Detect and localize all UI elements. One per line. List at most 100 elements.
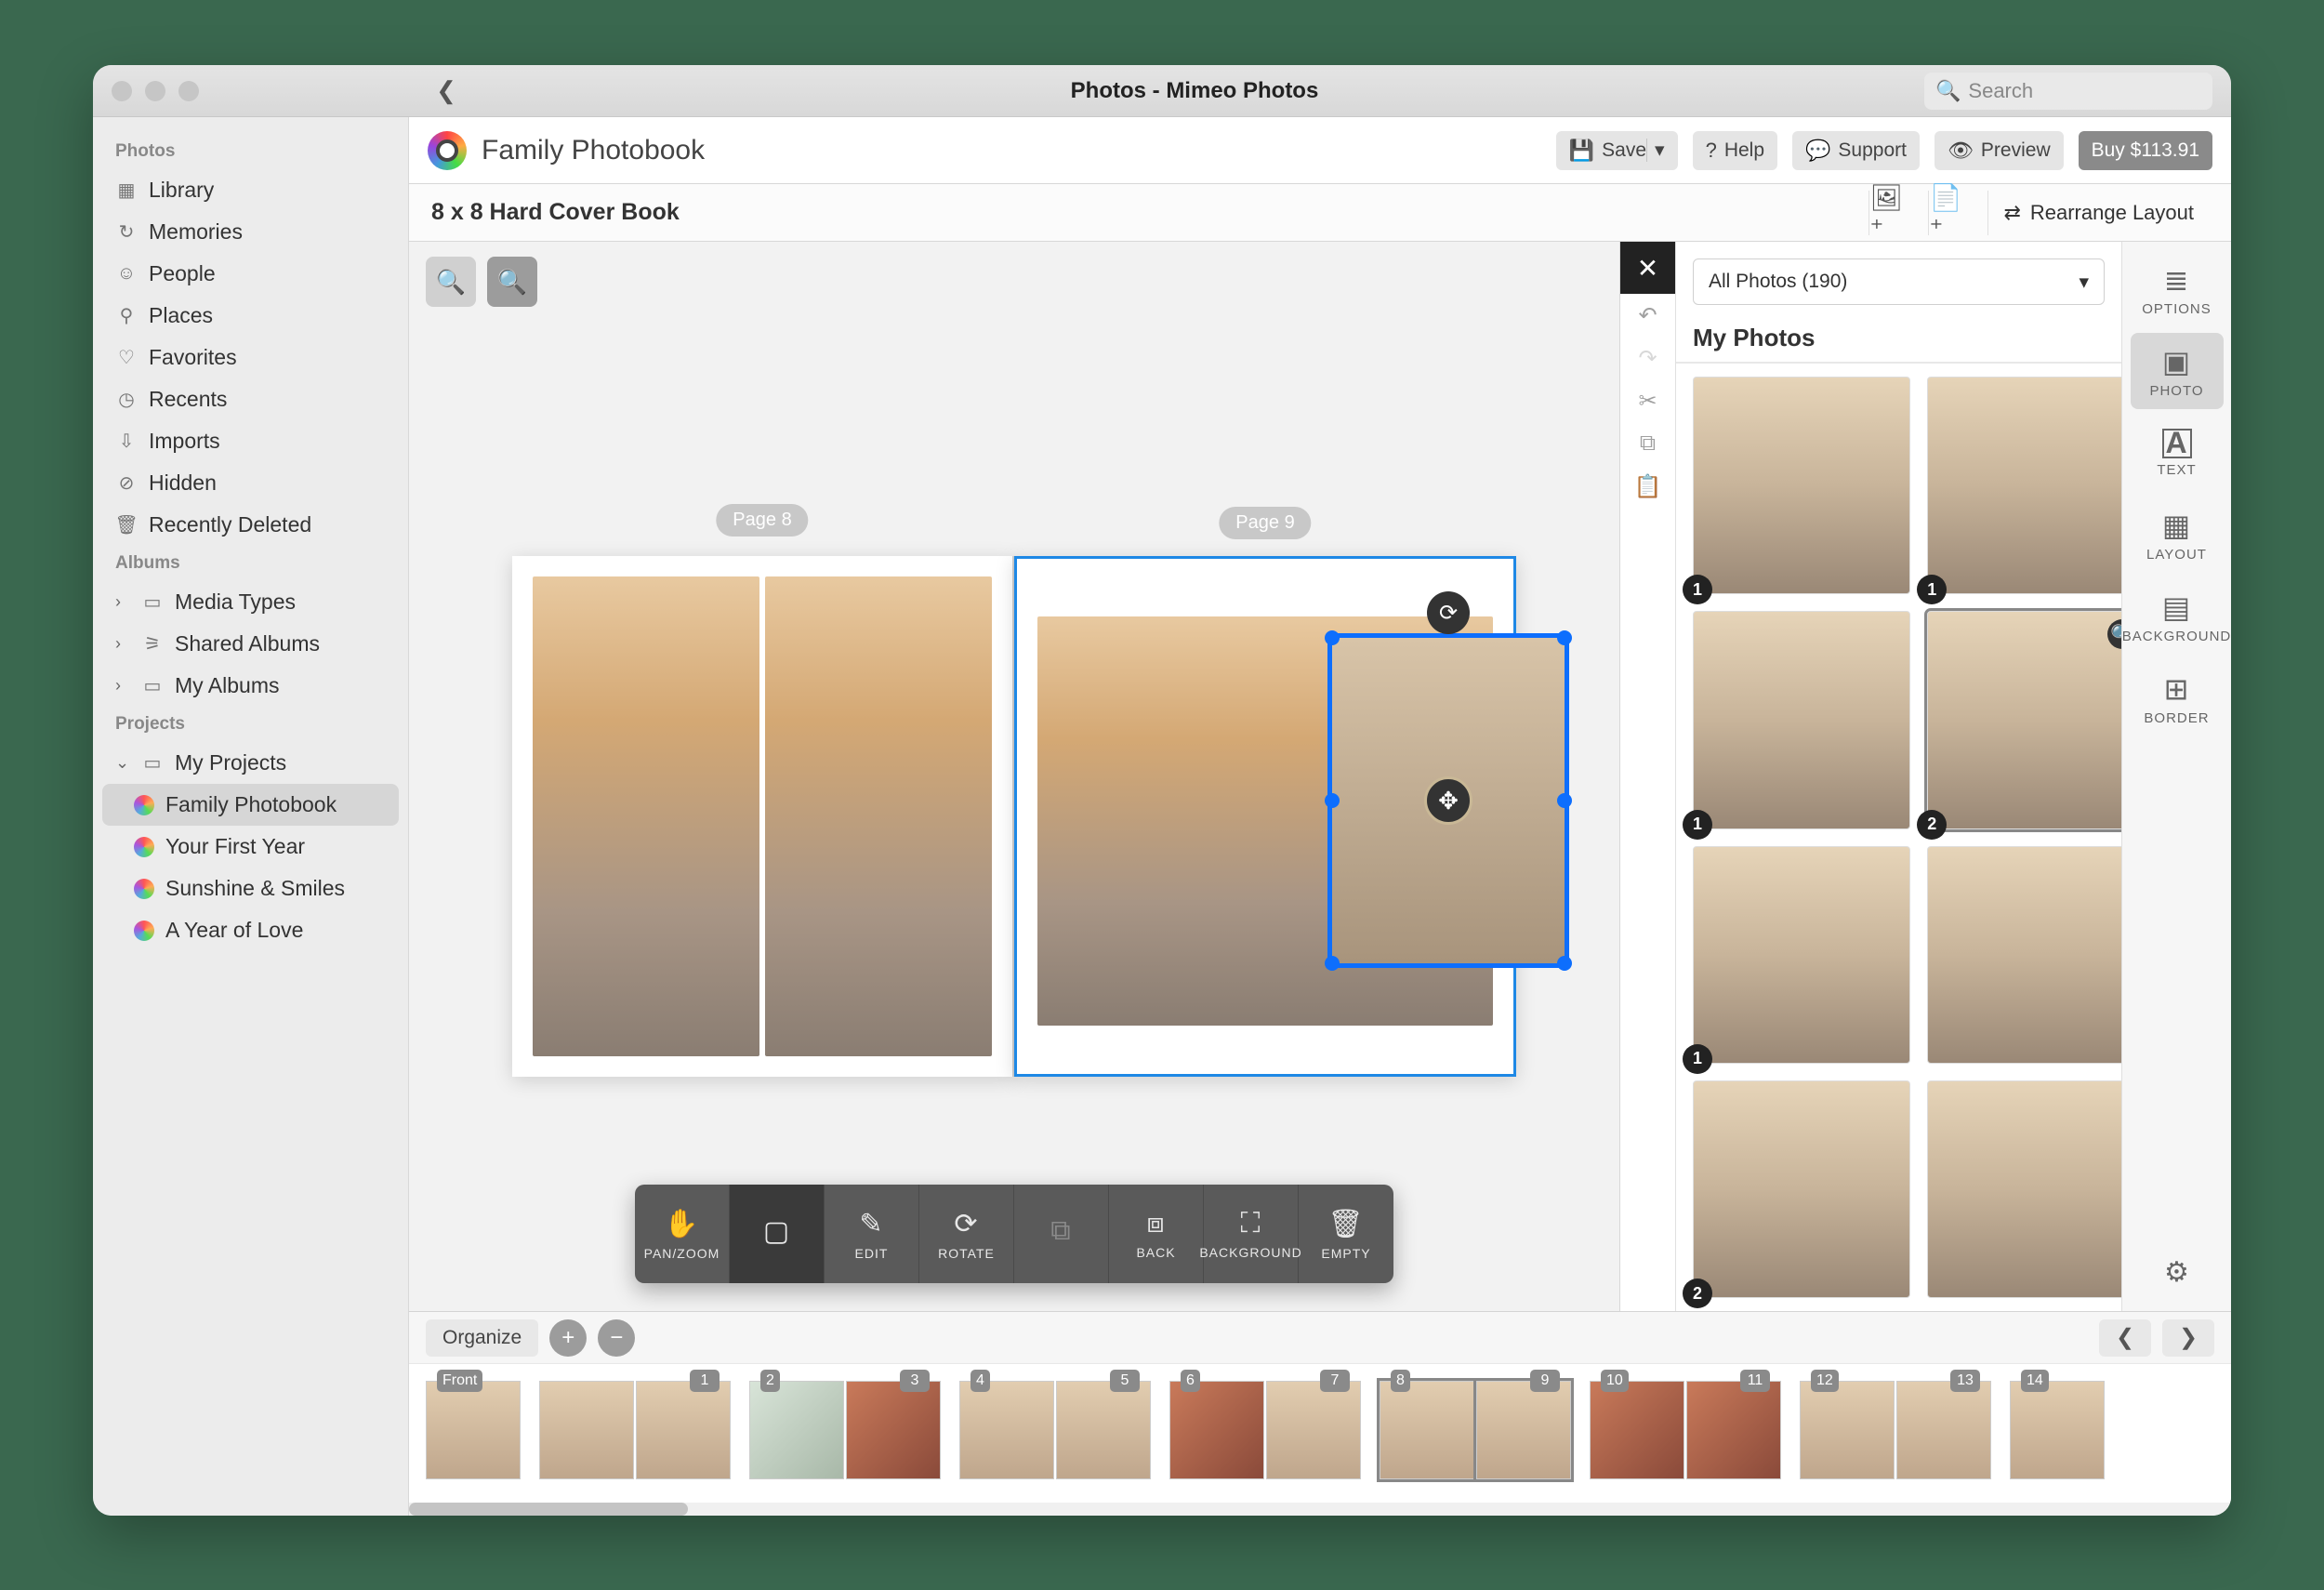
sidebar-project-yearoflove[interactable]: A Year of Love <box>102 909 399 951</box>
maximize-window[interactable] <box>178 81 199 101</box>
sidebar-media-types[interactable]: ›▭Media Types <box>102 581 399 623</box>
add-page-button[interactable]: 📄⁺ <box>1928 191 1973 235</box>
sidebar-library[interactable]: ▦Library <box>102 169 399 211</box>
close-window[interactable] <box>112 81 132 101</box>
photo-thumb-selected[interactable]: 🔍2 <box>1927 611 2121 828</box>
sidebar-my-albums[interactable]: ›▭My Albums <box>102 665 399 707</box>
remove-page-button[interactable]: − <box>598 1319 635 1357</box>
zoom-in-button[interactable]: 🔍 <box>487 257 537 307</box>
photo-slot[interactable] <box>533 576 759 1056</box>
sidebar-memories[interactable]: ↻Memories <box>102 211 399 253</box>
sidebar-shared-albums[interactable]: ›⚞Shared Albums <box>102 623 399 665</box>
filmstrip-page[interactable]: 67 <box>1169 1381 1361 1499</box>
ctx-panzoom[interactable]: ✋PAN/ZOOM <box>635 1185 730 1283</box>
sidebar-project-sunshine[interactable]: Sunshine & Smiles <box>102 868 399 909</box>
back-button[interactable]: ❮ <box>428 73 465 110</box>
background-tab[interactable]: ▤BACKGROUND <box>2131 578 2224 655</box>
zoom-out-button[interactable]: 🔍 <box>426 257 476 307</box>
sidebar-recents[interactable]: ◷Recents <box>102 378 399 420</box>
next-page-button[interactable]: ❯ <box>2162 1319 2214 1357</box>
resize-handle[interactable] <box>1557 956 1572 971</box>
sidebar-places[interactable]: ⚲Places <box>102 295 399 337</box>
sidebar-people[interactable]: ☺People <box>102 253 399 295</box>
filmstrip-page[interactable]: 45 <box>959 1381 1151 1499</box>
filmstrip-page[interactable]: 23 <box>749 1381 941 1499</box>
canvas-stage[interactable]: Page 8 Page 9 ⟳ ✥ <box>409 322 1619 1311</box>
ctx-back[interactable]: ⧈BACK <box>1109 1185 1204 1283</box>
save-button[interactable]: 💾Save▾ <box>1556 131 1678 170</box>
project-color-icon <box>134 921 154 941</box>
zoom-icon[interactable]: 🔍 <box>2107 619 2122 649</box>
support-icon: 💬 <box>1805 139 1830 163</box>
page-filmstrip[interactable]: Front 1 23 45 67 89 1011 1213 14 <box>409 1363 2231 1503</box>
filmstrip-page[interactable]: 14 <box>2010 1381 2105 1499</box>
paste-button[interactable]: 📋 <box>1620 465 1676 508</box>
book-page-left[interactable]: Page 8 <box>512 556 1014 1077</box>
filmstrip-page[interactable]: 1 <box>539 1381 731 1499</box>
buy-button[interactable]: Buy $113.91 <box>2079 131 2212 170</box>
page-badge: 8 <box>1391 1370 1410 1392</box>
use-count-badge: 2 <box>1917 810 1947 840</box>
border-tab[interactable]: ⊞BORDER <box>2131 660 2224 736</box>
photo-thumb[interactable] <box>1927 1080 2121 1298</box>
photo-thumb[interactable] <box>1927 846 2121 1064</box>
ctx-rotate[interactable]: ⟳ROTATE <box>919 1185 1014 1283</box>
ctx-crop[interactable]: ▢ <box>730 1185 825 1283</box>
sidebar-imports[interactable]: ⇩Imports <box>102 420 399 462</box>
sidebar-project-firstyear[interactable]: Your First Year <box>102 826 399 868</box>
help-button[interactable]: ?Help <box>1693 131 1777 170</box>
close-panel-button[interactable]: ✕ <box>1620 242 1676 294</box>
horizontal-scrollbar[interactable] <box>409 1503 2231 1516</box>
layout-tab[interactable]: ▦LAYOUT <box>2131 497 2224 573</box>
selected-photo[interactable]: ⟳ ✥ <box>1327 633 1569 968</box>
settings-button[interactable]: ⚙ <box>2164 1256 2189 1289</box>
use-count-badge: 1 <box>1917 575 1947 604</box>
photo-slot[interactable] <box>765 576 992 1056</box>
chevron-right-icon: › <box>115 592 130 612</box>
photo-thumb[interactable]: 1 <box>1693 846 1910 1064</box>
photo-tab[interactable]: ▣PHOTO <box>2131 333 2224 409</box>
cut-button[interactable]: ✂ <box>1620 379 1676 422</box>
sidebar-my-projects[interactable]: ⌄▭My Projects <box>102 742 399 784</box>
text-tab[interactable]: ATEXT <box>2131 415 2224 491</box>
resize-handle[interactable] <box>1325 630 1340 645</box>
organize-button[interactable]: Organize <box>426 1319 538 1357</box>
filmstrip-page[interactable]: 1011 <box>1590 1381 1781 1499</box>
add-page-button[interactable]: + <box>549 1319 587 1357</box>
photo-filter-dropdown[interactable]: All Photos (190)▾ <box>1693 258 2105 305</box>
scrollbar-thumb[interactable] <box>409 1503 688 1516</box>
filmstrip-page-active[interactable]: 89 <box>1380 1381 1571 1499</box>
ctx-edit[interactable]: ✎EDIT <box>825 1185 919 1283</box>
search-input[interactable]: 🔍 Search <box>1924 73 2212 110</box>
ctx-empty[interactable]: 🗑EMPTY <box>1299 1185 1393 1283</box>
photo-thumb[interactable]: 2 <box>1693 1080 1910 1298</box>
sidebar-project-family[interactable]: Family Photobook <box>102 784 399 826</box>
book-page-right[interactable]: Page 9 ⟳ ✥ <box>1014 556 1516 1077</box>
redo-button[interactable]: ↷ <box>1620 337 1676 379</box>
resize-handle[interactable] <box>1557 793 1572 808</box>
photo-thumb[interactable]: 1 <box>1693 377 1910 594</box>
resize-handle[interactable] <box>1325 956 1340 971</box>
photo-thumb[interactable]: 1 <box>1693 611 1910 828</box>
copy-button[interactable]: ⧉ <box>1620 422 1676 465</box>
filmstrip-page[interactable]: Front <box>426 1381 521 1499</box>
filmstrip-page[interactable]: 1213 <box>1800 1381 1991 1499</box>
rotate-handle[interactable]: ⟳ <box>1427 591 1470 634</box>
sidebar-hidden[interactable]: ⊘Hidden <box>102 462 399 504</box>
sidebar-favorites[interactable]: ♡Favorites <box>102 337 399 378</box>
undo-button[interactable]: ↶ <box>1620 294 1676 337</box>
save-dropdown[interactable]: ▾ <box>1646 139 1665 162</box>
options-tab[interactable]: ≣OPTIONS <box>2131 251 2224 327</box>
photo-thumb[interactable]: 1 <box>1927 377 2121 594</box>
sidebar-deleted[interactable]: 🗑Recently Deleted <box>102 504 399 546</box>
minimize-window[interactable] <box>145 81 165 101</box>
ctx-background[interactable]: ⛶BACKGROUND <box>1204 1185 1299 1283</box>
rearrange-layout-button[interactable]: ⇄Rearrange Layout <box>1987 191 2209 235</box>
preview-button[interactable]: 👁Preview <box>1934 131 2064 170</box>
resize-handle[interactable] <box>1325 793 1340 808</box>
add-photo-button[interactable]: 🖼⁺ <box>1868 191 1913 235</box>
resize-handle[interactable] <box>1557 630 1572 645</box>
move-handle[interactable]: ✥ <box>1424 776 1472 825</box>
support-button[interactable]: 💬Support <box>1792 131 1920 170</box>
prev-page-button[interactable]: ❮ <box>2099 1319 2151 1357</box>
